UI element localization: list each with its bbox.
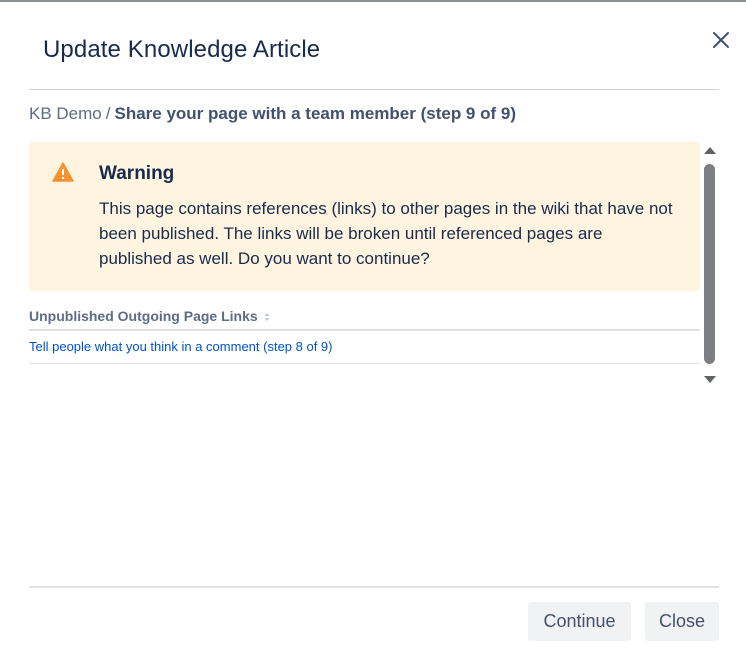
dialog-title: Update Knowledge Article (43, 36, 321, 63)
scroll-up-icon[interactable] (704, 147, 716, 154)
scrollbar[interactable] (702, 145, 718, 388)
sort-icon[interactable] (264, 303, 270, 331)
header-divider (29, 89, 719, 90)
breadcrumb-page: Share your page with a team member (step… (114, 104, 516, 123)
dialog-content: Warning This page contains references (l… (29, 142, 719, 388)
continue-button[interactable]: Continue (528, 602, 631, 641)
footer-divider (29, 586, 719, 588)
breadcrumb-space[interactable]: KB Demo (29, 104, 102, 123)
scroll-thumb[interactable] (704, 164, 715, 364)
scroll-down-icon[interactable] (704, 376, 716, 383)
breadcrumb: KB Demo / Share your page with a team memb… (29, 104, 516, 124)
warning-text: This page contains references (links) to… (99, 199, 673, 268)
close-button[interactable]: Close (645, 602, 719, 641)
warning-message: Warning This page contains references (l… (29, 142, 700, 291)
breadcrumb-separator: / (105, 104, 111, 123)
column-header-label: Unpublished Outgoing Page Links (29, 308, 258, 324)
close-icon[interactable] (710, 29, 732, 51)
unpublished-links-table: Unpublished Outgoing Page Links Tell peo… (29, 302, 700, 364)
warning-triangle-icon (52, 162, 74, 182)
update-article-dialog: Update Knowledge Article KB Demo / Share y… (0, 0, 746, 651)
table-header[interactable]: Unpublished Outgoing Page Links (29, 302, 700, 331)
unpublished-page-link[interactable]: Tell people what you think in a comment … (29, 339, 333, 354)
table-row: Tell people what you think in a comment … (29, 331, 700, 364)
warning-title: Warning (99, 163, 175, 184)
